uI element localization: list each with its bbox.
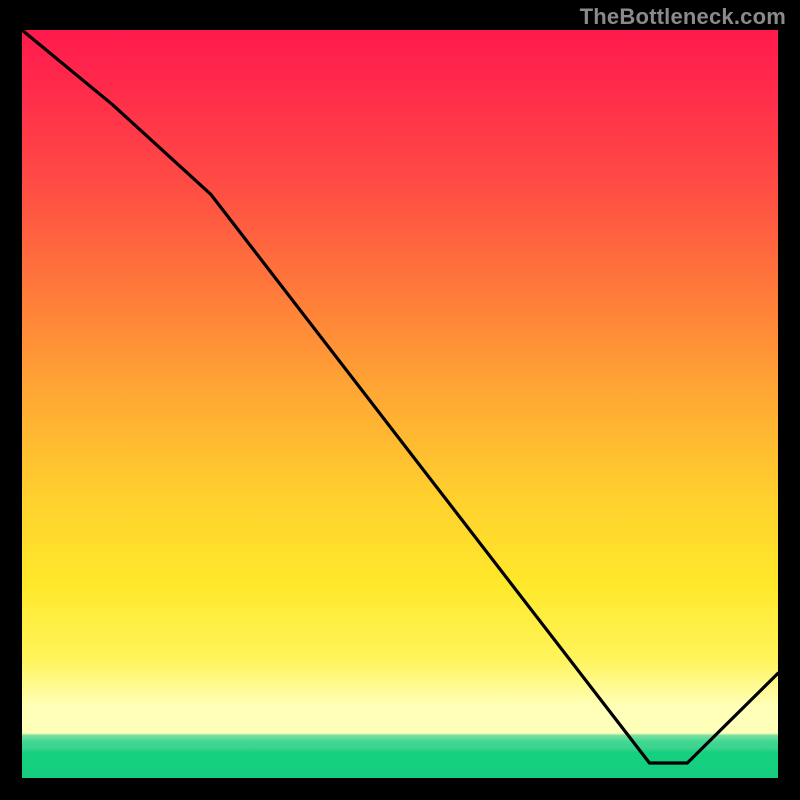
watermark-text: TheBottleneck.com	[580, 4, 786, 30]
bottleneck-curve	[22, 30, 778, 778]
plot-area	[22, 30, 778, 778]
chart-canvas: TheBottleneck.com	[0, 0, 800, 800]
plot-frame	[22, 30, 778, 778]
